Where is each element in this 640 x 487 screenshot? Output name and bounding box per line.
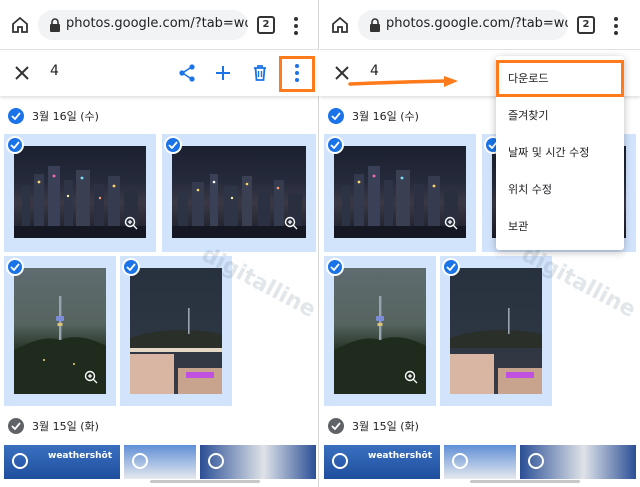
browser-menu-icon[interactable] (609, 15, 623, 35)
photo-tile[interactable] (324, 256, 436, 406)
select-circle[interactable] (528, 453, 544, 469)
zoom-icon[interactable] (124, 216, 138, 230)
scroll-indicator (470, 480, 580, 483)
weather-label: weathershōt (368, 451, 432, 461)
photo-tile[interactable] (324, 134, 476, 252)
weather-label: weathershōt (48, 451, 112, 461)
photo-thumbnail[interactable]: weathershōt (324, 445, 440, 479)
screenshot-stage: photos.google.com/?tab=wq&p 2 4 3월 16일 (… (0, 0, 640, 487)
date-header[interactable]: 3월 16일 (수) (0, 98, 320, 134)
menu-item-archive[interactable]: 보관 (496, 208, 624, 245)
zoom-icon[interactable] (84, 370, 98, 384)
photo-tile[interactable] (162, 134, 316, 252)
photo-thumbnail[interactable] (520, 445, 636, 479)
address-bar[interactable]: photos.google.com/?tab=wq&p (38, 10, 248, 40)
arrow-annotation (348, 76, 458, 87)
url-text: photos.google.com/?tab=wq&p (66, 16, 248, 31)
check-icon[interactable] (6, 258, 24, 276)
left-panel: photos.google.com/?tab=wq&p 2 4 3월 16일 (… (0, 0, 320, 487)
menu-item-download[interactable]: 다운로드 (496, 60, 624, 97)
date-label: 3월 16일 (수) (352, 110, 419, 123)
browser-toolbar: photos.google.com/?tab=wq&p 2 (320, 0, 640, 50)
photo-thumbnail[interactable] (124, 445, 196, 479)
scroll-indicator (150, 480, 260, 483)
check-icon[interactable] (328, 108, 344, 124)
check-icon[interactable] (328, 418, 344, 434)
date-label: 3월 15일 (화) (352, 420, 419, 433)
browser-menu-icon[interactable] (289, 15, 303, 35)
share-icon[interactable] (176, 62, 198, 84)
address-bar[interactable]: photos.google.com/?tab=wq&p (358, 10, 568, 40)
check-icon[interactable] (164, 136, 182, 154)
photo-thumbnail[interactable]: weathershōt (4, 445, 120, 479)
photo-thumbnail (450, 268, 542, 394)
check-icon[interactable] (8, 108, 24, 124)
menu-item-edit-location[interactable]: 위치 수정 (496, 171, 624, 208)
check-icon[interactable] (6, 136, 24, 154)
photo-tile[interactable] (4, 256, 116, 406)
tab-switcher-icon[interactable]: 2 (257, 16, 275, 34)
date-header[interactable]: 3월 15일 (화) (0, 408, 320, 444)
photo-tile[interactable] (440, 256, 552, 406)
lock-icon (50, 18, 60, 32)
add-icon[interactable] (212, 62, 234, 84)
more-vert-icon (295, 64, 299, 85)
tab-switcher-icon[interactable]: 2 (577, 16, 595, 34)
select-circle[interactable] (12, 453, 28, 469)
url-text: photos.google.com/?tab=wq&p (386, 16, 568, 31)
zoom-icon[interactable] (404, 370, 418, 384)
menu-item-favorite[interactable]: 즐겨찾기 (496, 97, 624, 134)
select-circle[interactable] (208, 453, 224, 469)
check-icon[interactable] (326, 258, 344, 276)
zoom-icon[interactable] (284, 216, 298, 230)
date-label: 3월 15일 (화) (32, 420, 99, 433)
check-icon[interactable] (122, 258, 140, 276)
check-icon[interactable] (326, 136, 344, 154)
photo-grid: 3월 16일 (수) 3월 15일 (화) weathershōt (0, 96, 320, 487)
close-icon[interactable] (14, 65, 30, 81)
browser-toolbar: photos.google.com/?tab=wq&p 2 (0, 0, 320, 50)
date-label: 3월 16일 (수) (32, 110, 99, 123)
zoom-icon[interactable] (444, 216, 458, 230)
lock-icon (370, 18, 380, 32)
date-header[interactable]: 3월 15일 (화) (320, 408, 640, 444)
more-options-button[interactable] (279, 56, 315, 92)
selected-count: 4 (50, 63, 59, 79)
menu-item-edit-date-time[interactable]: 날짜 및 시간 수정 (496, 134, 624, 171)
photo-thumbnail[interactable] (444, 445, 516, 479)
check-icon[interactable] (8, 418, 24, 434)
more-options-menu: 다운로드 즐겨찾기 날짜 및 시간 수정 위치 수정 보관 (496, 56, 624, 250)
photo-thumbnail[interactable] (200, 445, 316, 479)
selection-toolbar: 4 (0, 50, 320, 96)
photo-tile[interactable] (120, 256, 232, 406)
trash-icon[interactable] (249, 62, 271, 84)
home-icon[interactable] (330, 15, 350, 35)
select-circle[interactable] (132, 453, 148, 469)
check-icon[interactable] (442, 258, 460, 276)
photo-tile[interactable] (4, 134, 156, 252)
select-circle[interactable] (332, 453, 348, 469)
photo-thumbnail (130, 268, 222, 394)
home-icon[interactable] (10, 15, 30, 35)
select-circle[interactable] (452, 453, 468, 469)
